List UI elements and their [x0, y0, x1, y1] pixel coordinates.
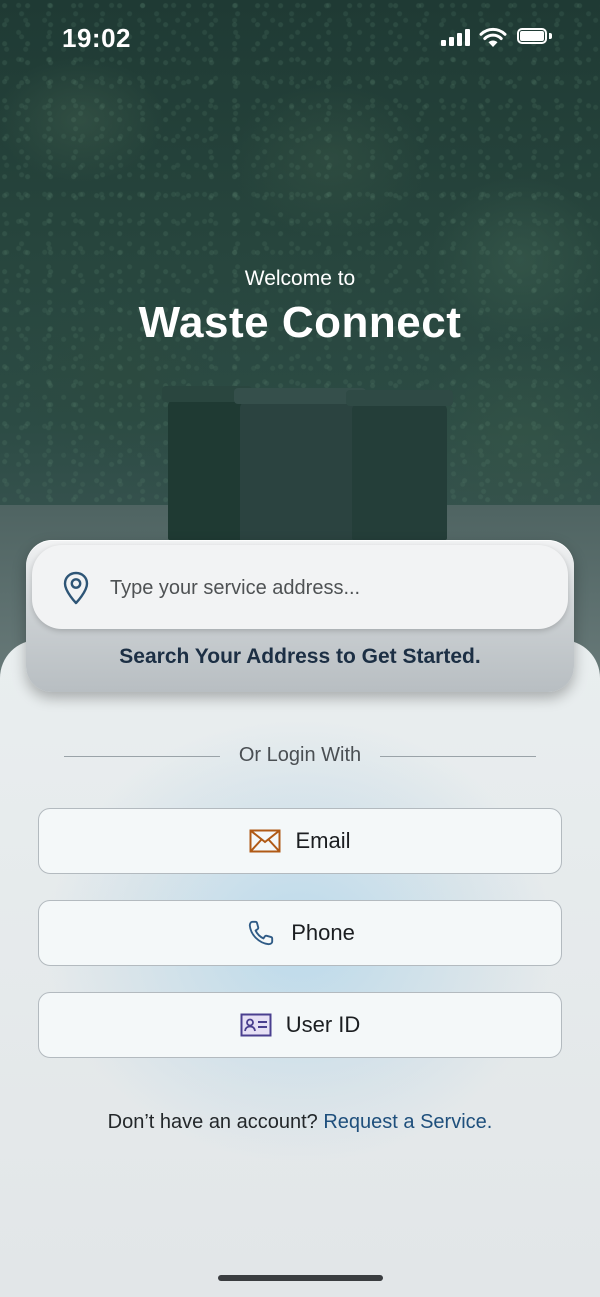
waste-bin [234, 388, 366, 542]
request-service-link[interactable]: Request a Service. [323, 1111, 492, 1133]
status-time: 19:02 [62, 23, 131, 53]
home-indicator[interactable] [218, 1275, 383, 1281]
welcome-text: Welcome to [244, 267, 356, 290]
address-search-field[interactable] [32, 545, 568, 629]
search-caption: Search Your Address to Get Started. [119, 645, 481, 668]
map-pin-icon [63, 571, 89, 605]
signup-row: Don’t have an account? Request a Service… [0, 1111, 600, 1134]
login-divider: Or Login With [64, 742, 536, 770]
wifi-icon [479, 27, 507, 47]
bottom-sheet [0, 640, 600, 1297]
battery-icon [517, 28, 553, 46]
waste-bin [162, 386, 252, 540]
id-card-icon [240, 1013, 272, 1037]
user-id-login-label: User ID [285, 1012, 361, 1037]
email-login-button[interactable]: Email [38, 808, 562, 874]
status-bar: 19:02 [0, 0, 600, 80]
phone-login-button[interactable]: Phone [38, 900, 562, 966]
cellular-signal-icon [441, 28, 471, 46]
signup-prompt: Don’t have an account? [107, 1111, 318, 1133]
address-search-card: Search Your Address to Get Started. [26, 540, 574, 692]
divider-line [380, 756, 536, 757]
user-id-login-button[interactable]: User ID [38, 992, 562, 1058]
address-search-input[interactable] [108, 567, 552, 609]
phone-icon [249, 920, 274, 946]
app-title: Waste Connect [138, 298, 462, 347]
phone-login-label: Phone [291, 920, 355, 945]
waste-bin [346, 390, 453, 540]
envelope-icon [249, 829, 281, 853]
email-login-label: Email [295, 828, 351, 853]
